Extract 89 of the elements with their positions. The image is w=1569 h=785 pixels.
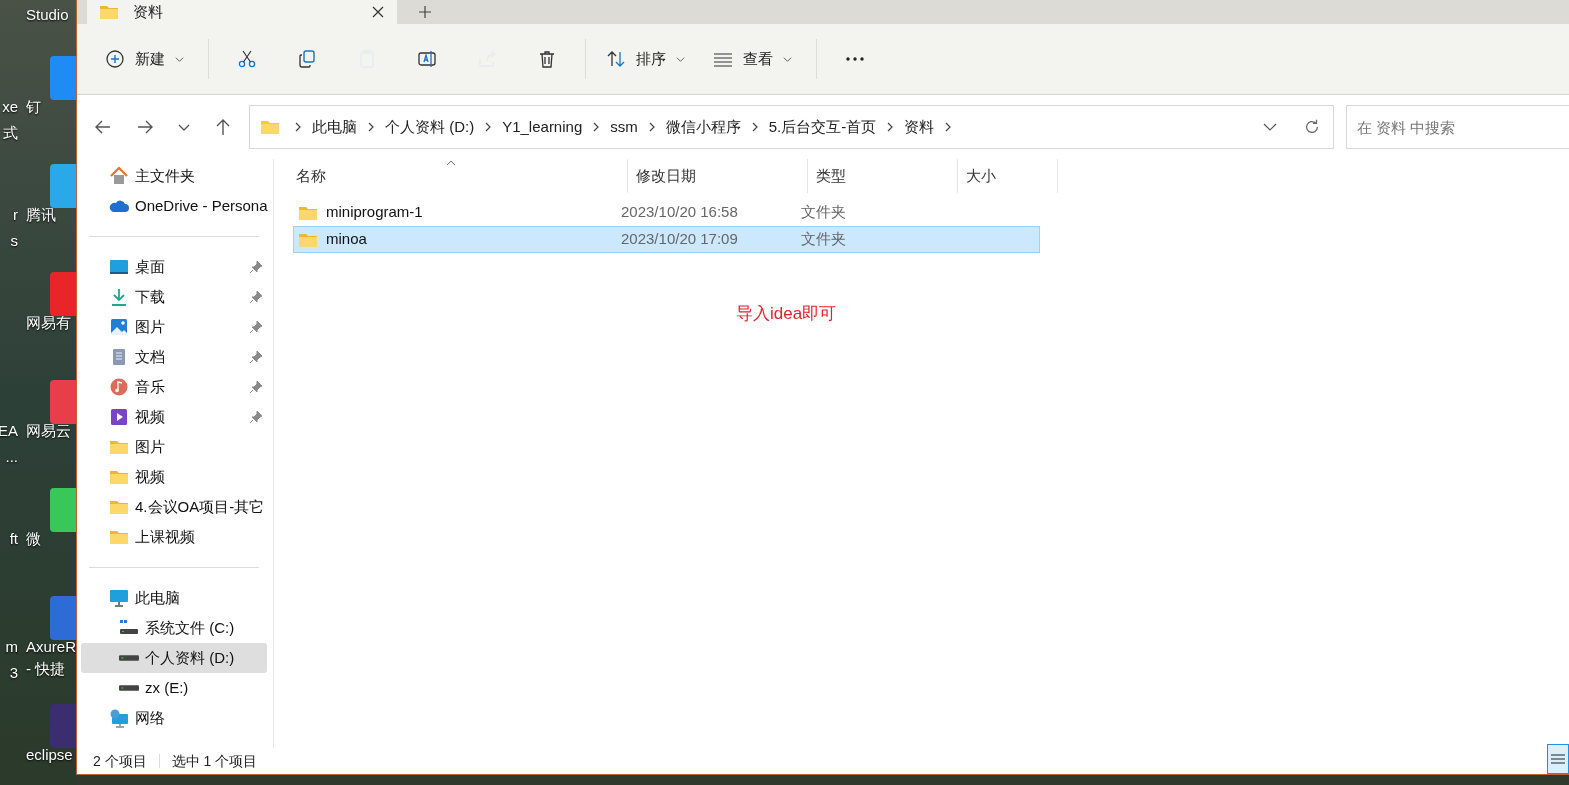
breadcrumb-item[interactable]: 5.后台交互-首页 [768, 115, 877, 139]
file-type: 文件夹 [801, 229, 847, 250]
selection-count: 选中 1 个项目 [171, 751, 258, 771]
desktop-icon-label: 网易有 [26, 313, 71, 333]
desktop-icon-label: m [5, 637, 18, 657]
column-header[interactable]: 名称 [288, 159, 628, 193]
desktop-icon-label: ... [5, 447, 18, 467]
file-name: minoa [326, 229, 367, 250]
file-name: miniprogram-1 [326, 202, 423, 223]
sidebar-item[interactable]: 音乐 [81, 372, 267, 402]
new-tab-icon[interactable] [417, 4, 433, 20]
address-bar[interactable]: 此电脑 个人资料 (D:) Y1_learning ssm 微信小程序 5.后台交互-首页 资料 [249, 105, 1334, 149]
drive-icon [119, 685, 139, 691]
network-globe-icon [109, 708, 129, 728]
sidebar-item[interactable]: 系统文件 (C:) [81, 613, 267, 643]
folder-icon [99, 4, 119, 20]
home-icon [109, 166, 129, 186]
desktop-icon-label: AxureR [26, 637, 76, 657]
sidebar-item[interactable]: OneDrive - Persona [81, 191, 267, 221]
breadcrumb-item[interactable]: 资料 [904, 115, 935, 139]
desktop-icon-label: r [13, 205, 18, 225]
breadcrumb-item[interactable]: 此电脑 [312, 115, 357, 139]
file-type: 文件夹 [801, 202, 847, 223]
desktop-icon-label: 网易云 [26, 421, 71, 441]
caret-icon [175, 54, 184, 64]
picture-icon [109, 317, 129, 337]
search-field[interactable]: 在 资料 中搜索 [1347, 106, 1569, 148]
sidebar-item[interactable]: 视频 [81, 462, 267, 492]
refresh-icon[interactable] [1303, 118, 1321, 136]
folder-icon [298, 231, 318, 248]
desktop-icon-label: xe [2, 97, 18, 117]
desktop-icon-label: eclipse [26, 745, 73, 765]
desktop-icon-label: 3 [9, 663, 18, 683]
drive-icon [119, 655, 139, 661]
monitor-icon [109, 588, 129, 608]
close-icon[interactable] [371, 5, 385, 19]
desktop-icon-label: 腾讯 [26, 205, 56, 225]
chevron-right-icon [293, 121, 303, 133]
sidebar-item[interactable]: 视频 [81, 402, 267, 432]
desktop-icon-label: 微 [26, 529, 41, 549]
desktop-icon [109, 257, 129, 277]
desktop-icon-label: 钉 [26, 97, 41, 117]
breadcrumb-item[interactable]: ssm [610, 115, 638, 139]
music-note-icon [109, 377, 129, 397]
modified-date: 2023/10/20 17:09 [621, 229, 739, 250]
sidebar-item[interactable]: 上课视频 [81, 522, 267, 552]
caret-icon [783, 54, 792, 64]
tab-title: 资料 [133, 1, 164, 22]
sidebar-item[interactable]: 4.会议OA项目-其它 [81, 492, 267, 522]
desktop-icon-label: EA [0, 421, 18, 441]
desktop-icon-label: s [10, 231, 18, 251]
sidebar-item[interactable]: 图片 [81, 432, 267, 462]
desktop-icon-label: 式 [3, 123, 18, 143]
desktop-icon-label: Studio [26, 5, 69, 25]
desktop-icon-label: ft [9, 529, 18, 549]
desktop-icon-label: - 快捷 [26, 659, 66, 679]
file-row[interactable]: miniprogram-1 2023/10/20 16:58 文件夹 [293, 199, 1040, 226]
file-row[interactable]: minoa 2023/10/20 17:09 文件夹 [293, 226, 1040, 253]
sidebar-item[interactable]: zx (E:) [81, 673, 267, 703]
sort-caret-icon [446, 159, 456, 167]
view-button[interactable]: 查看 [701, 39, 804, 79]
download-arrow-icon [109, 287, 129, 307]
column-header[interactable]: 修改日期 [628, 159, 808, 193]
folder-icon [298, 204, 318, 221]
folder-tab[interactable]: 资料 [87, 0, 397, 24]
sidebar-item[interactable]: 下载 [81, 282, 267, 312]
sidebar-item[interactable]: 网络 [81, 703, 267, 733]
breadcrumb-item[interactable]: 微信小程序 [665, 115, 741, 139]
column-header[interactable]: 类型 [808, 159, 958, 193]
modified-date: 2023/10/20 16:58 [621, 202, 739, 223]
sidebar-item[interactable]: 文档 [81, 342, 267, 372]
film-icon [109, 407, 129, 427]
details-view-button[interactable] [1547, 744, 1569, 774]
sidebar-item[interactable]: 个人资料 (D:) [81, 643, 267, 673]
new-button[interactable]: 新建 [93, 39, 196, 79]
caret-icon [676, 54, 685, 64]
sidebar-item[interactable]: 桌面 [81, 252, 267, 282]
column-header[interactable]: 大小 [958, 159, 1058, 193]
item-count: 2 个项目 [93, 751, 147, 771]
sort-button[interactable]: 排序 [594, 39, 697, 79]
lines-icon [1551, 753, 1565, 765]
sidebar-item[interactable]: 此电脑 [81, 583, 267, 613]
sidebar-item[interactable]: 图片 [81, 312, 267, 342]
sidebar-item[interactable]: 主文件夹 [81, 161, 267, 191]
chevron-right-icon [366, 121, 376, 133]
breadcrumb-item[interactable]: Y1_learning [502, 115, 583, 139]
folder-icon [260, 119, 280, 135]
breadcrumb-item[interactable]: 个人资料 (D:) [385, 115, 475, 139]
annotation-text: 导入idea即可 [736, 303, 837, 325]
